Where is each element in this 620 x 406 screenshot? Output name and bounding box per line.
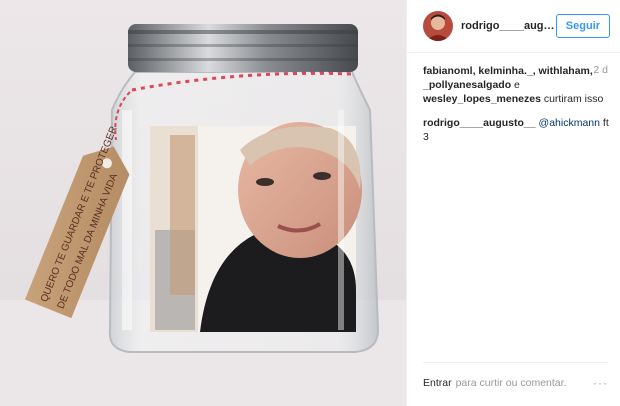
post-footer: Entrar para curtir ou comentar. ···: [423, 362, 608, 403]
likers-list[interactable]: fabianoml, kelminha._, withlaham, _polly…: [423, 65, 593, 91]
post-photo[interactable]: QUERO TE GUARDAR E TE PROTEGER DE TODO M…: [0, 0, 406, 406]
more-options-icon[interactable]: ···: [593, 376, 608, 390]
post-caption: rodrigo____augusto__ @ahickmann ft 3: [423, 116, 613, 144]
footer-text: para curtir ou comentar.: [455, 377, 567, 389]
post-time[interactable]: 2 d: [593, 64, 608, 76]
post-username[interactable]: rodrigo____augusto...: [461, 20, 556, 32]
post-header: rodrigo____augusto... Seguir: [407, 0, 620, 53]
avatar[interactable]: [423, 11, 453, 41]
likers-joiner: e: [514, 79, 520, 91]
likes-text: fabianoml, kelminha._, withlaham, _polly…: [423, 64, 609, 106]
caption-username[interactable]: rodrigo____augusto__: [423, 117, 536, 129]
instagram-post: QUERO TE GUARDAR E TE PROTEGER DE TODO M…: [0, 0, 620, 406]
caption-mention[interactable]: @ahickmann: [539, 117, 600, 129]
follow-button[interactable]: Seguir: [555, 14, 610, 38]
post-sidebar: rodrigo____augusto... Seguir fabianoml, …: [406, 0, 620, 406]
jar-image: QUERO TE GUARDAR E TE PROTEGER DE TODO M…: [0, 0, 406, 406]
login-link[interactable]: Entrar: [423, 377, 452, 389]
likes-suffix: curtiram isso: [543, 93, 604, 105]
likers-last[interactable]: wesley_lopes_menezes: [423, 93, 541, 105]
